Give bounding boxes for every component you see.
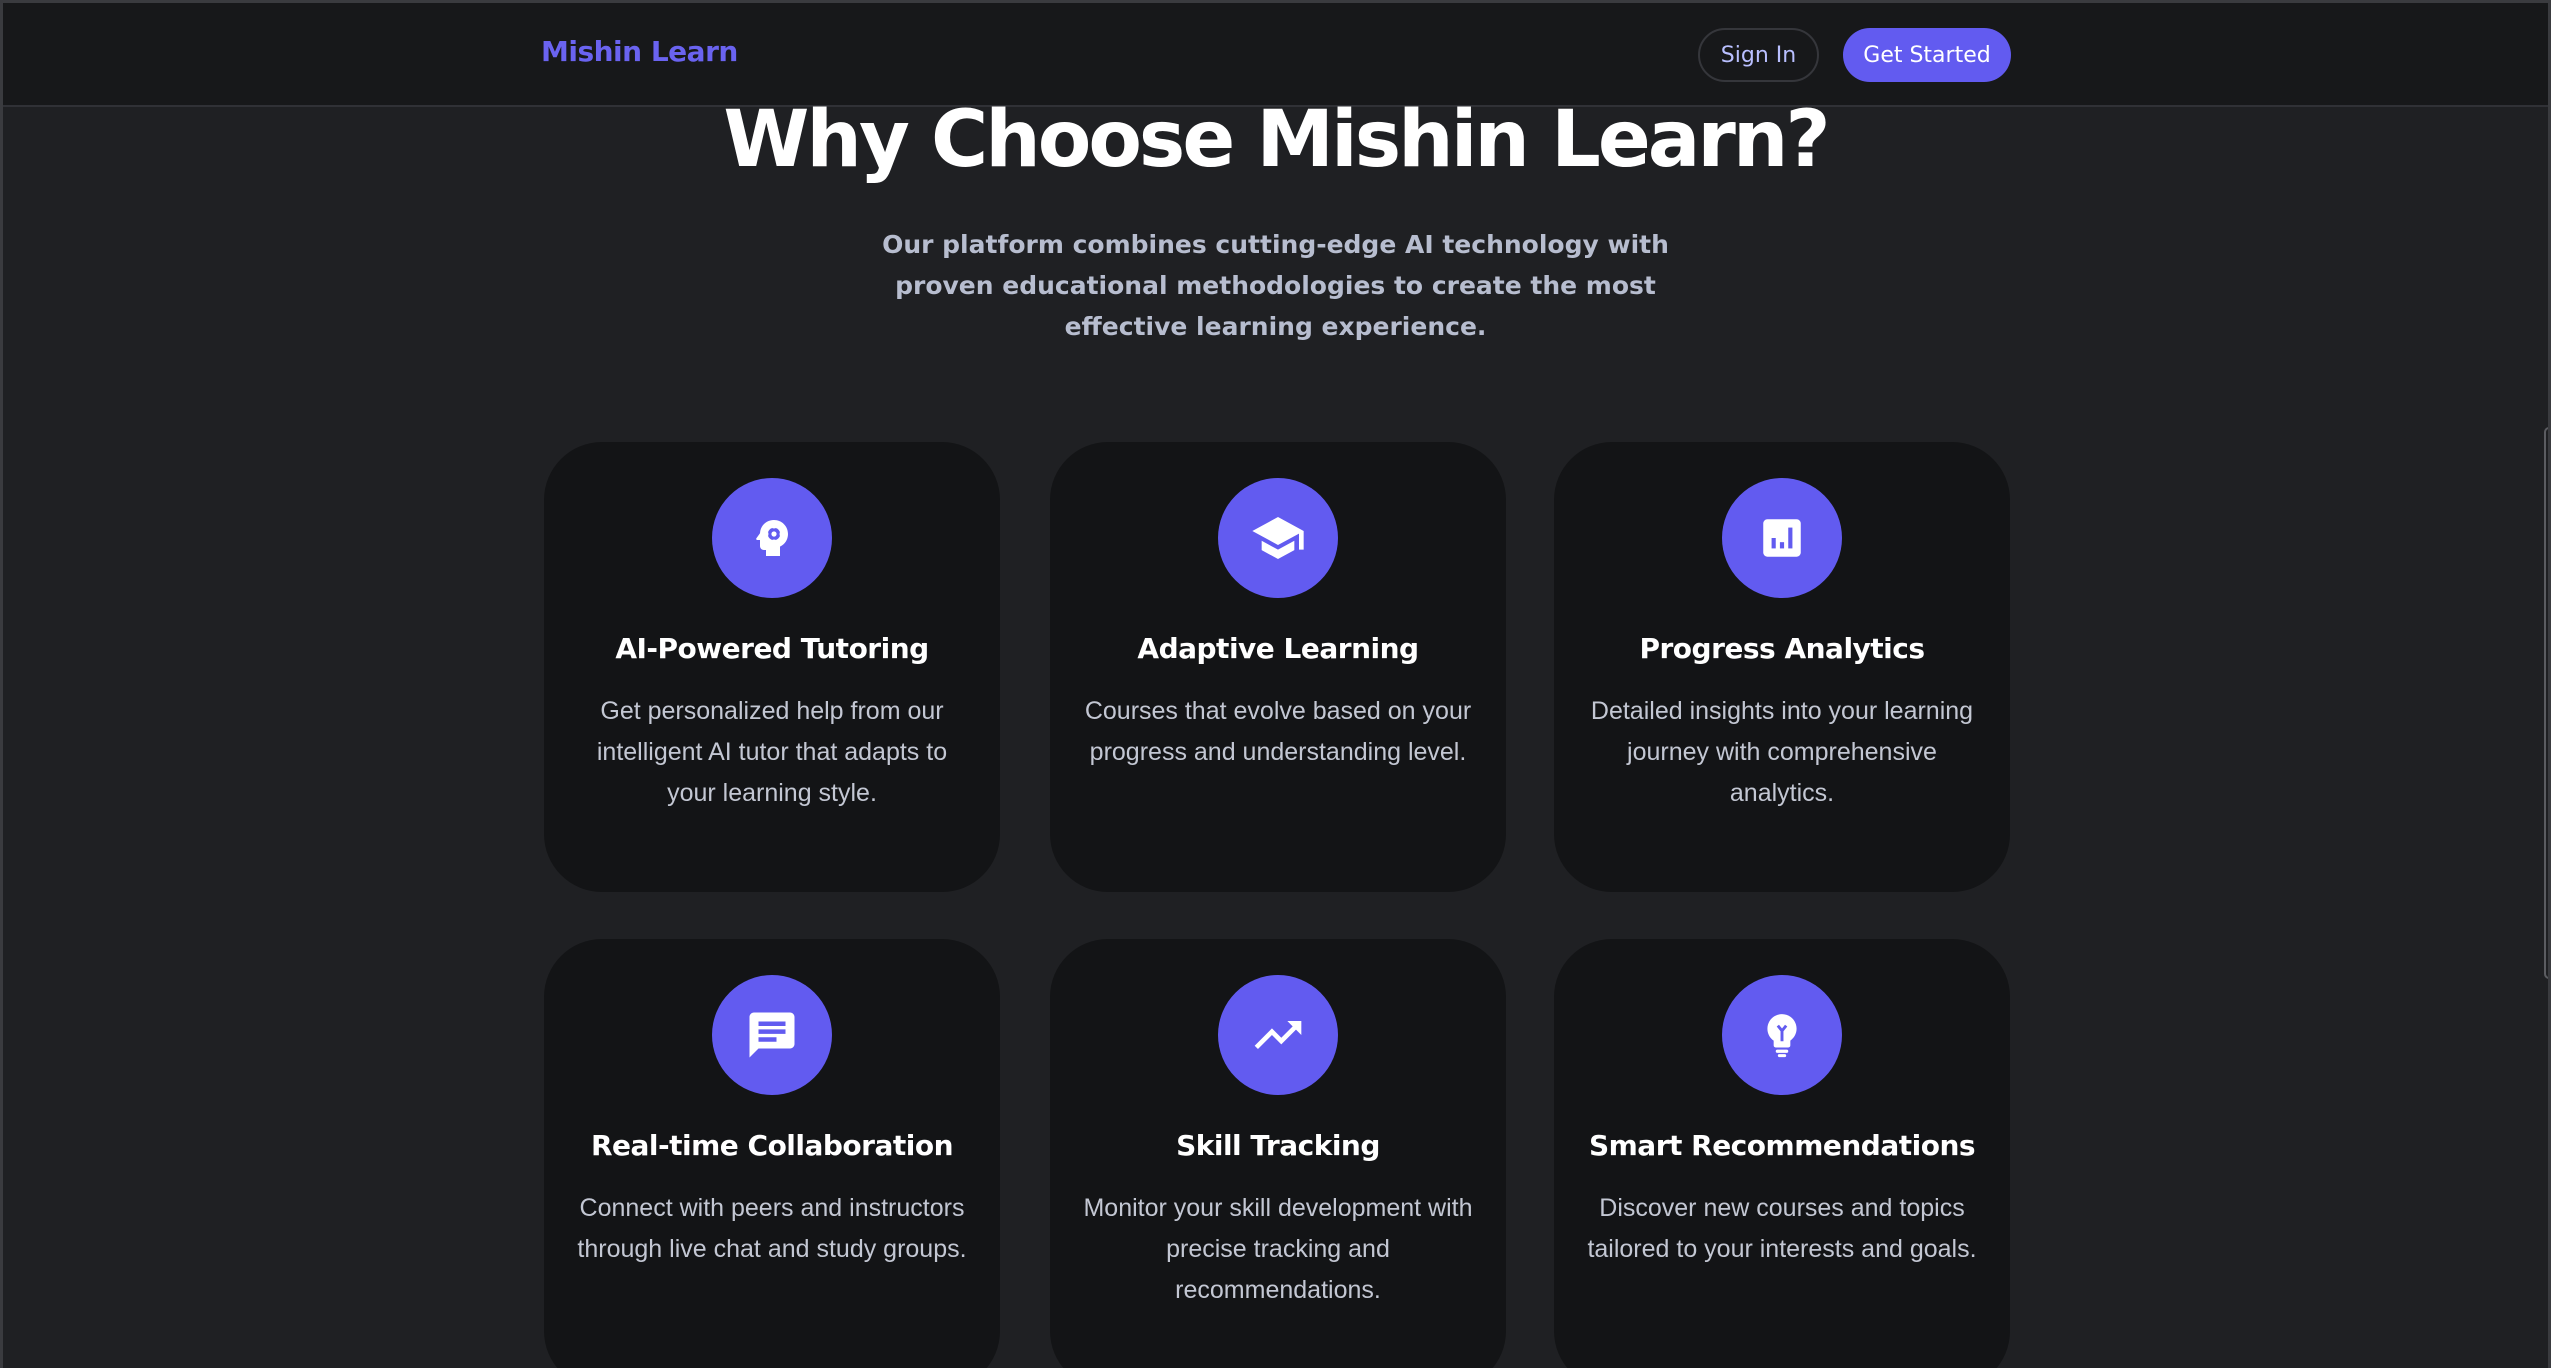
chat-icon: [712, 975, 832, 1095]
feature-card-recommendations: Smart Recommendations Discover new cours…: [1554, 939, 2010, 1368]
feature-card-progress-analytics: Progress Analytics Detailed insights int…: [1554, 442, 2010, 892]
feature-card-skill-tracking: Skill Tracking Monitor your skill develo…: [1050, 939, 1506, 1368]
feature-title: Adaptive Learning: [1137, 632, 1419, 665]
feature-description: Courses that evolve based on your progre…: [1084, 697, 1472, 766]
section-title: Why Choose Mishin Learn?: [723, 95, 1830, 185]
feature-title: Skill Tracking: [1176, 1129, 1380, 1162]
feature-title: Progress Analytics: [1639, 632, 1925, 665]
feature-description: Monitor your skill development with prec…: [1083, 1194, 1473, 1304]
feature-title: Smart Recommendations: [1588, 1129, 1976, 1162]
analytics-icon: [1722, 478, 1842, 598]
feature-description: Detailed insights into your learning jou…: [1590, 697, 1974, 807]
feature-card-ai-tutoring: AI-Powered Tutoring Get personalized hel…: [544, 442, 1000, 892]
top-nav: Mishin Learn Sign In Get Started: [3, 3, 2548, 107]
page: Mishin Learn Sign In Get Started Why Cho…: [0, 0, 2551, 1368]
get-started-button[interactable]: Get Started: [1843, 28, 2011, 82]
sign-in-button[interactable]: Sign In: [1698, 28, 1819, 82]
feature-card-collaboration: Real-time Collaboration Connect with pee…: [544, 939, 1000, 1368]
feature-card-adaptive-learning: Adaptive Learning Courses that evolve ba…: [1050, 442, 1506, 892]
feature-title: Real-time Collaboration: [590, 1129, 954, 1162]
feature-description: Discover new courses and topics tailored…: [1587, 1194, 1977, 1263]
section-subtitle: Our platform combines cutting-edge AI te…: [882, 230, 1669, 341]
feature-description: Get personalized help from our intellige…: [596, 697, 948, 807]
brain-gear-icon: [712, 478, 832, 598]
trending-up-icon: [1218, 975, 1338, 1095]
brand-logo[interactable]: Mishin Learn: [541, 35, 738, 68]
page-scrollbar[interactable]: [2544, 427, 2548, 979]
lightbulb-icon: [1722, 975, 1842, 1095]
feature-title: AI-Powered Tutoring: [615, 632, 929, 665]
feature-description: Connect with peers and instructors throu…: [577, 1194, 967, 1263]
graduation-cap-icon: [1218, 478, 1338, 598]
